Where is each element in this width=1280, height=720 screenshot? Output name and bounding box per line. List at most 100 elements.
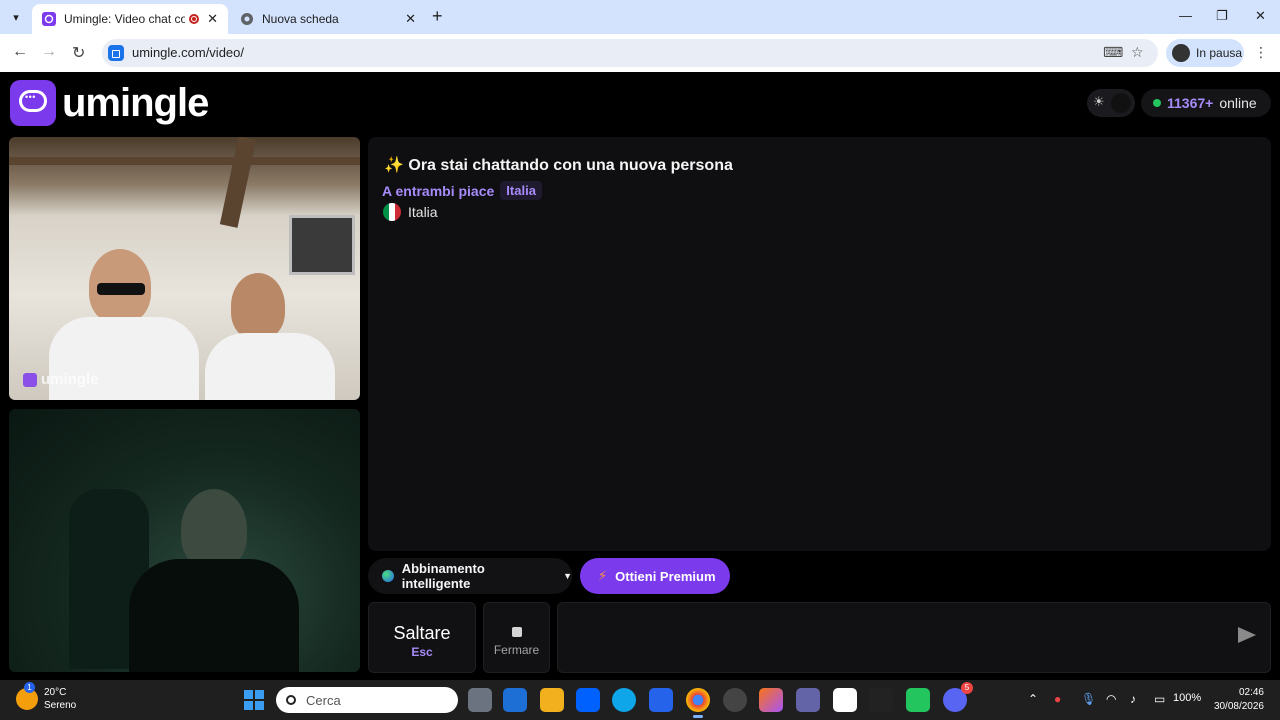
edge-icon[interactable] [612, 688, 636, 712]
chevron-down-icon: ▼ [563, 571, 572, 581]
translate-icon[interactable]: ⌨ [1103, 44, 1123, 61]
watermark-logo-icon [23, 372, 37, 387]
umingle-favicon-icon [42, 12, 56, 26]
reload-icon[interactable]: ↻ [72, 43, 85, 63]
capcut-icon[interactable] [869, 688, 893, 712]
online-count: 11367+ [1167, 95, 1214, 111]
skip-label: Saltare [393, 623, 451, 643]
android-app-icon[interactable] [906, 688, 930, 712]
forward-arrow-icon[interactable]: → [41, 43, 57, 61]
tab-title: Nuova scheda [262, 12, 339, 26]
amazon-icon[interactable] [833, 688, 857, 712]
weather-text: 20°C Sereno [44, 686, 76, 712]
microphone-icon[interactable]: 🎙 [1081, 692, 1096, 706]
search-icon [286, 695, 296, 705]
restore-icon[interactable]: ❐ [1216, 8, 1228, 24]
sunglasses [97, 283, 145, 295]
dropbox-icon[interactable] [576, 688, 600, 712]
globe-icon [382, 570, 394, 582]
browser-tab-strip: ▾ Umingle: Video chat con sc ✕ Nuova sch… [0, 0, 1280, 34]
wifi-icon[interactable]: ◠ [1106, 692, 1116, 706]
self-video [9, 409, 360, 672]
weather-widget[interactable]: 20°C Sereno [16, 682, 76, 712]
camera-site-icon[interactable] [108, 45, 124, 61]
chrome-icon[interactable] [686, 688, 710, 718]
person-body [129, 559, 299, 672]
show-hidden-icons-icon[interactable]: ⌃ [1028, 692, 1038, 706]
tab-search-chevron-icon[interactable]: ▾ [6, 7, 26, 27]
discord-icon[interactable]: 5 [943, 682, 973, 712]
new-tab-plus-icon[interactable]: + [432, 6, 443, 27]
premium-label: Ottieni Premium [615, 568, 716, 584]
copilot-icon[interactable] [759, 688, 783, 712]
person-shirt [205, 333, 335, 400]
skip-button[interactable]: Saltare Esc [368, 602, 476, 673]
store-icon[interactable] [649, 688, 673, 712]
sun-icon: ☀ [1093, 94, 1105, 109]
stop-button[interactable]: Fermare [483, 602, 550, 673]
watermark-text: umingle [41, 371, 99, 388]
file-explorer-icon[interactable] [540, 688, 564, 712]
online-counter: 11367+ online [1141, 89, 1271, 117]
weather-condition: Sereno [44, 700, 77, 711]
smart-matching-dropdown[interactable]: Abbinamento intelligente ▼ [368, 558, 572, 594]
browser-toolbar: ← → ↻ umingle.com/video/ ⌨ ☆ In pausa ⋮ [0, 34, 1280, 72]
battery-icon[interactable]: ▭ [1154, 692, 1165, 706]
toggle-knob [1111, 93, 1131, 113]
clock-date: 30/08/2026 [1213, 701, 1264, 712]
person-head [181, 489, 247, 569]
message-input[interactable] [557, 602, 1271, 673]
window-frame [289, 215, 355, 275]
theme-toggle[interactable]: ☀ [1087, 89, 1135, 117]
minimize-icon[interactable]: — [1179, 8, 1192, 23]
send-icon[interactable] [1238, 627, 1256, 643]
tab-new-tab[interactable]: Nuova scheda ✕ [230, 4, 426, 34]
profile-label: In pausa [1196, 46, 1243, 60]
chrome-favicon-icon [241, 13, 253, 25]
person-head [231, 273, 285, 339]
back-arrow-icon[interactable]: ← [12, 43, 28, 61]
tab-title: Umingle: Video chat con sc [64, 12, 186, 26]
stop-label: Fermare [493, 643, 540, 657]
browser-menu-icon[interactable]: ⋮ [1254, 44, 1268, 61]
tab-umingle[interactable]: Umingle: Video chat con sc ✕ [32, 4, 228, 34]
taskbar-search[interactable]: Cerca [276, 687, 458, 713]
address-url: umingle.com/video/ [132, 45, 244, 60]
search-label: Cerca [306, 692, 341, 708]
ceiling-beam [219, 137, 257, 228]
bookmark-star-icon[interactable]: ☆ [1131, 44, 1144, 61]
obs-icon[interactable] [723, 688, 747, 712]
discord-badge: 5 [961, 682, 973, 694]
stranger-country: Italia [383, 203, 438, 221]
security-tray-icon[interactable]: ● [1054, 692, 1061, 706]
umingle-page: umingle ☀ 11367+ online umingle ✨ Ora st… [0, 72, 1280, 699]
italy-flag-icon [383, 203, 401, 221]
close-tab-icon[interactable]: ✕ [207, 11, 218, 27]
chat-status-title: ✨ Ora stai chattando con una nuova perso… [384, 157, 733, 174]
lightning-icon: ⚡ [598, 568, 608, 583]
stop-square-icon [511, 627, 522, 637]
shared-interests: A entrambi piace Italia [382, 181, 542, 200]
logo-text: umingle [62, 80, 209, 125]
premium-button[interactable]: ⚡ Ottieni Premium [580, 558, 730, 594]
system-clock[interactable]: 02:46 30/08/2026 [1208, 686, 1264, 714]
task-view-icon[interactable] [468, 688, 492, 712]
outlook-icon[interactable] [503, 688, 527, 712]
teams-icon[interactable] [796, 688, 820, 712]
windows-start-icon[interactable] [244, 690, 264, 710]
volume-icon[interactable]: ♪ [1130, 692, 1136, 706]
matching-label: Abbinamento intelligente [401, 561, 485, 591]
umingle-watermark: umingle [23, 371, 99, 388]
close-window-icon[interactable]: ✕ [1255, 8, 1266, 24]
close-tab-icon[interactable]: ✕ [405, 11, 416, 27]
temperature: 20°C [44, 687, 67, 698]
stranger-video: umingle [9, 137, 360, 400]
avatar [1172, 44, 1190, 62]
interest-tag: Italia [500, 181, 542, 200]
country-name: Italia [408, 204, 438, 220]
skip-shortcut: Esc [411, 645, 433, 659]
site-logo[interactable]: umingle [10, 80, 209, 126]
weather-moon-icon [16, 682, 38, 710]
profile-button[interactable]: In pausa [1166, 39, 1244, 67]
address-bar[interactable]: umingle.com/video/ [102, 39, 1158, 67]
